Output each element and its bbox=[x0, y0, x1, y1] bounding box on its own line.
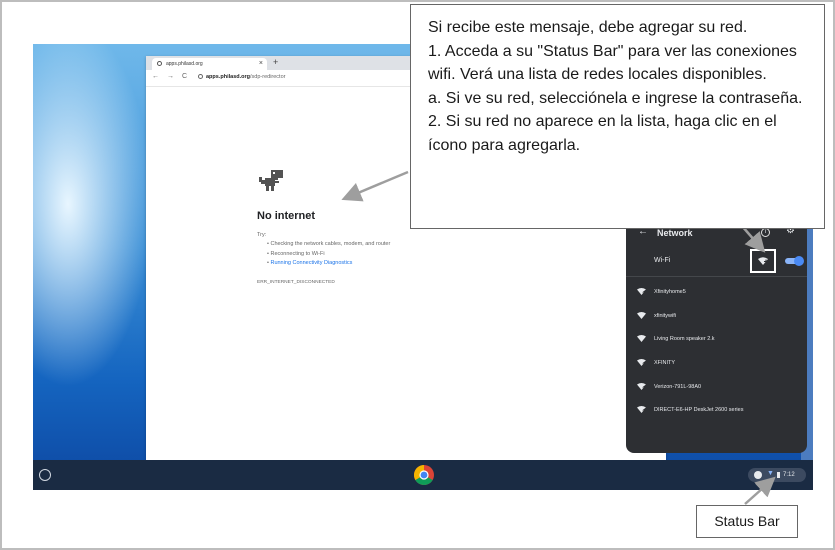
address-bar[interactable]: apps.philasd.org/sdp-redirector bbox=[198, 74, 285, 80]
wifi-row: Wi-Fi bbox=[626, 246, 807, 277]
wifi-status-icon: ▼ bbox=[767, 470, 774, 477]
tab-title: apps.philasd.org bbox=[166, 61, 203, 67]
status-bar[interactable]: ▼ 7:12 bbox=[748, 468, 806, 482]
site-info-icon[interactable] bbox=[198, 74, 203, 79]
tab-close-button[interactable]: × bbox=[259, 60, 263, 67]
suggestion-item: Reconnecting to Wi-Fi bbox=[267, 251, 390, 257]
wifi-label: Wi-Fi bbox=[654, 257, 671, 264]
wifi-signal-weak-icon bbox=[637, 288, 646, 295]
instruction-callout: Si recibe este mensaje, debe agregar su … bbox=[410, 4, 825, 229]
info-icon[interactable]: i bbox=[761, 228, 770, 237]
forward-icon[interactable]: → bbox=[167, 73, 174, 80]
network-name: Verizon-791L-98A0 bbox=[654, 383, 702, 390]
status-bar-callout: Status Bar bbox=[696, 505, 798, 538]
wifi-signal-weak-icon bbox=[637, 359, 646, 367]
network-name: XFINITY bbox=[654, 360, 676, 367]
launcher-button[interactable] bbox=[39, 469, 51, 481]
network-item[interactable]: xfinitywifi bbox=[626, 305, 807, 329]
network-item[interactable]: XFINITY bbox=[626, 352, 807, 376]
back-icon[interactable]: ← bbox=[152, 73, 159, 80]
connectivity-diagnostics-link[interactable]: Running Connectivity Diagnostics bbox=[267, 260, 390, 266]
wifi-signal-weak-icon bbox=[637, 406, 646, 414]
network-panel-title: Network bbox=[657, 228, 693, 238]
error-title: No internet bbox=[257, 210, 316, 222]
browser-tab[interactable]: apps.philasd.org × bbox=[152, 58, 267, 70]
add-network-button[interactable] bbox=[750, 249, 776, 273]
instruction-line: Si recibe este mensaje, debe agregar su … bbox=[428, 19, 748, 36]
chrome-icon[interactable] bbox=[414, 465, 434, 485]
network-item[interactable]: Living Room speaker 2.k bbox=[626, 328, 807, 352]
suggestion-list: Checking the network cables, modem, and … bbox=[267, 241, 390, 270]
reload-icon[interactable]: C bbox=[182, 73, 187, 80]
suggestion-item: Checking the network cables, modem, and … bbox=[267, 241, 390, 247]
clock: 7:12 bbox=[783, 471, 795, 478]
network-name: Living Room speaker 2.k bbox=[654, 336, 715, 343]
instruction-line: 1. Acceda a su "Status Bar" para ver las… bbox=[428, 42, 797, 84]
network-item[interactable]: Xfinityhome5 bbox=[626, 281, 807, 305]
url-path: /sdp-redirector bbox=[250, 74, 286, 80]
network-list: Xfinityhome5 xfinitywifi Living Room spe… bbox=[626, 281, 807, 423]
wifi-icon bbox=[637, 311, 646, 319]
network-item[interactable]: DIRECT-E6-HP DeskJet 2600 series bbox=[626, 399, 807, 423]
network-panel: ← Network i ⚙ Wi-Fi Xfinityhome5 xfinity… bbox=[626, 220, 807, 453]
add-wifi-icon bbox=[758, 257, 768, 265]
wifi-toggle[interactable] bbox=[785, 256, 804, 266]
new-tab-button[interactable]: + bbox=[273, 57, 278, 67]
network-name: Xfinityhome5 bbox=[654, 289, 686, 295]
shelf: ▼ 7:12 bbox=[33, 460, 813, 490]
instruction-line: 2. Si su red no aparece en la lista, hag… bbox=[428, 113, 777, 154]
network-name: DIRECT-E6-HP DeskJet 2600 series bbox=[654, 407, 744, 414]
battery-icon bbox=[777, 472, 780, 478]
error-code: ERR_INTERNET_DISCONNECTED bbox=[257, 280, 335, 285]
globe-icon bbox=[157, 61, 162, 66]
network-name: xfinitywifi bbox=[654, 312, 677, 319]
instruction-line: a. Si ve su red, selecciónela e ingrese … bbox=[428, 89, 803, 107]
url-domain: apps.philasd.org bbox=[206, 74, 251, 80]
network-item[interactable]: Verizon-791L-98A0 bbox=[626, 376, 807, 400]
dinosaur-icon bbox=[259, 170, 283, 191]
notification-icon bbox=[754, 471, 762, 479]
wifi-icon bbox=[637, 335, 646, 343]
try-label: Try: bbox=[257, 232, 267, 238]
wifi-signal-weak-icon bbox=[637, 382, 646, 390]
